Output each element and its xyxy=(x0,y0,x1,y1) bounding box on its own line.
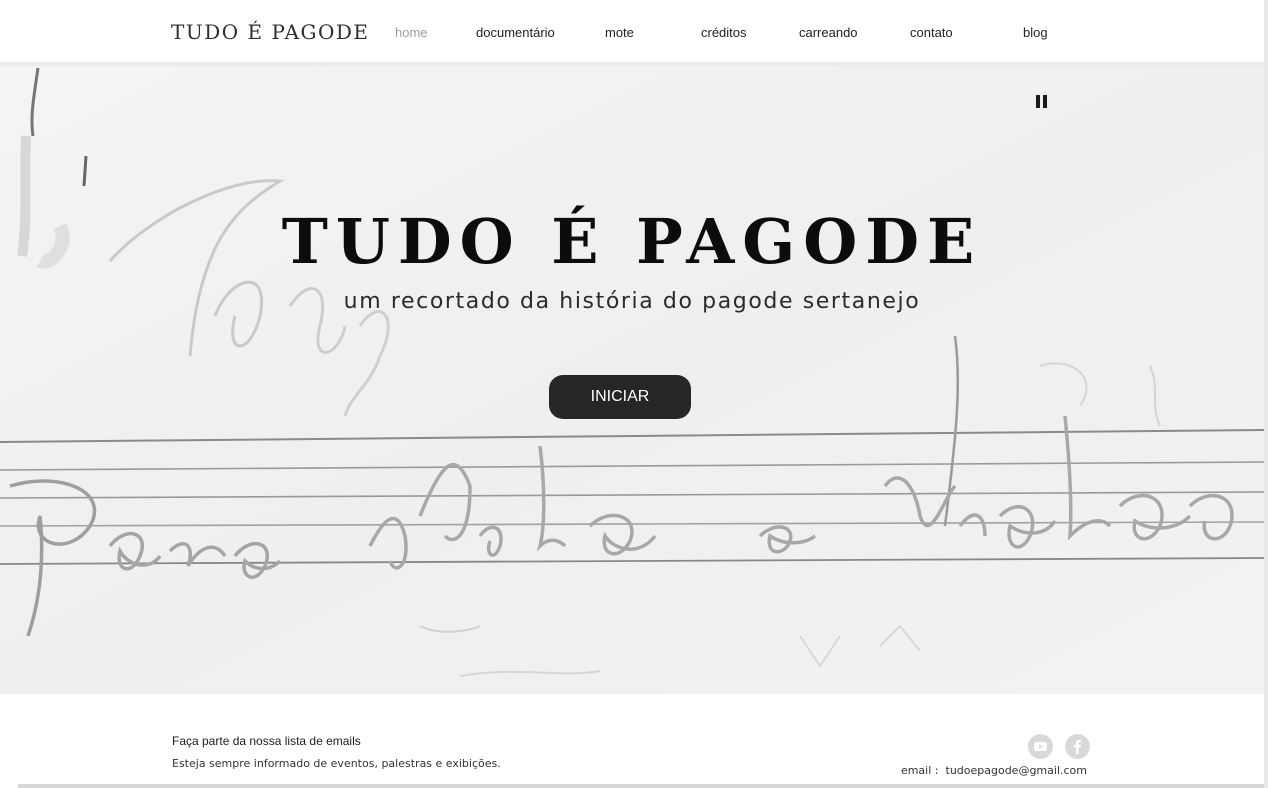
start-button[interactable]: INICIAR xyxy=(549,375,691,419)
horizontal-scrollbar[interactable] xyxy=(18,784,1268,788)
pause-button[interactable] xyxy=(1034,93,1050,111)
email-label: email : xyxy=(900,764,939,777)
facebook-icon[interactable] xyxy=(1065,734,1090,759)
site-logo[interactable]: TUDO É PAGODE xyxy=(171,20,370,44)
hero-subtitle: um recortado da história do pagode serta… xyxy=(343,289,921,314)
hero-section: TUDO É PAGODE um recortado da história d… xyxy=(0,66,1264,694)
newsletter-subtitle: Esteja sempre informado de eventos, pale… xyxy=(172,757,501,770)
newsletter-title: Faça parte da nossa lista de emails xyxy=(172,734,361,748)
site-header: TUDO É PAGODE home documentário mote cré… xyxy=(0,0,1268,62)
nav-item-carreando[interactable]: carreando xyxy=(799,25,858,40)
nav-item-creditos[interactable]: créditos xyxy=(701,25,747,40)
contact-email: email : tudoepagode@gmail.com xyxy=(901,764,1087,777)
nav-item-blog[interactable]: blog xyxy=(1023,25,1048,40)
email-address[interactable]: tudoepagode@gmail.com xyxy=(946,764,1088,777)
nav-item-home[interactable]: home xyxy=(395,25,428,40)
nav-item-mote[interactable]: mote xyxy=(605,25,634,40)
vertical-scrollbar[interactable] xyxy=(1264,0,1268,788)
youtube-icon[interactable] xyxy=(1028,734,1053,759)
hero-title: TUDO É PAGODE xyxy=(281,205,983,278)
nav-item-documentario[interactable]: documentário xyxy=(476,25,555,40)
nav-item-contato[interactable]: contato xyxy=(910,25,953,40)
pause-icon xyxy=(1036,95,1040,108)
